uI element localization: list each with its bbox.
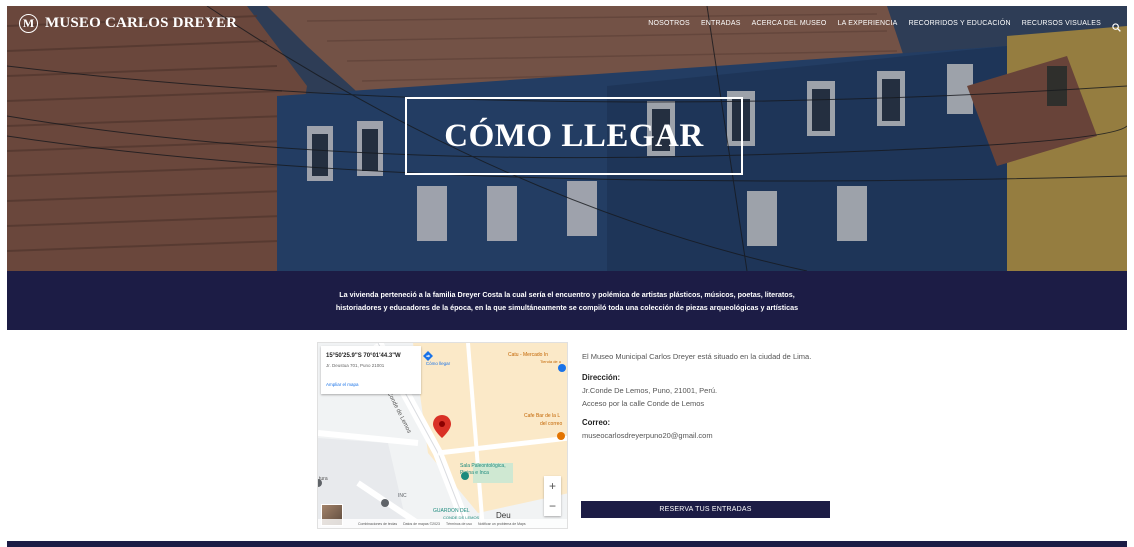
email-address[interactable]: museocarlosdreyerpuno20@gmail.com [582,429,832,442]
intro-band: La vivienda perteneció a la familia Drey… [7,271,1127,330]
address-block: Dirección: Jr.Conde De Lemos, Puno, 2100… [582,371,832,410]
logo-mark-icon: M [19,14,38,33]
address-line-2: Acceso por la calle Conde de Lemos [582,399,705,408]
reserve-tickets-button[interactable]: RESERVA TUS ENTRADAS [581,501,830,518]
hero-banner: M MUSEO CARLOS DREYER NOSOTROS ENTRADAS … [7,6,1127,271]
map-footer-terms[interactable]: Términos de uso [446,522,472,526]
map-footer: Combinaciones de teclas Datos de mapas ©… [318,519,567,528]
nav-link-la-experiencia[interactable]: LA EXPERIENCIA [838,20,898,27]
email-heading: Correo: [582,418,611,427]
nav-link-acerca-del-museo[interactable]: ACERCA DEL MUSEO [752,20,827,27]
site-logo[interactable]: M MUSEO CARLOS DREYER [19,14,237,33]
address-line-1: Jr.Conde De Lemos, Puno, 21001, Perú. [582,386,718,395]
search-icon[interactable] [1112,19,1121,32]
map-coordinates: 15°50'25.9"S 70°01'44.3"W [326,353,401,359]
main-navigation: NOSOTROS ENTRADAS ACERCA DEL MUSEO LA EX… [648,19,1121,32]
page-title-frame: CÓMO LLEGAR [405,97,743,175]
logo-text: MUSEO CARLOS DREYER [45,15,238,31]
directions-button[interactable]: Cómo llegar [423,351,453,366]
footer-bar [7,541,1127,547]
map-poi-cafe[interactable]: Cafe Bar de la L [524,413,560,419]
zoom-out-button[interactable]: − [544,496,561,516]
map-poi-inc[interactable]: INC [398,493,407,499]
email-block: Correo: museocarlosdreyerpuno20@gmail.co… [582,416,832,442]
map-info-card: 15°50'25.9"S 70°01'44.3"W Jr. Deustua 70… [321,346,421,394]
page: M MUSEO CARLOS DREYER NOSOTROS ENTRADAS … [0,0,1134,547]
map-footer-shortcuts[interactable]: Combinaciones de teclas [358,522,397,526]
address-heading: Dirección: [582,373,621,382]
map-poi-sala-sub: Pinina e Inca [460,470,489,476]
nav-link-nosotros[interactable]: NOSOTROS [648,20,690,27]
nav-link-recursos-visuales[interactable]: RECURSOS VISUALES [1022,20,1101,27]
contact-info: El Museo Municipal Carlos Dreyer está si… [582,350,832,448]
map-footer-report[interactable]: Notificar un problema de Maps [478,522,526,526]
intro-text-line-2: historiadores y educadores de la época, … [335,302,799,312]
enlarge-map-link[interactable]: Ampliar el mapa [326,382,359,387]
page-title: CÓMO LLEGAR [444,117,704,154]
map-label-tura: tura [319,476,328,482]
map-footer-data: Datos de mapas ©2023 [403,521,440,526]
location-intro: El Museo Municipal Carlos Dreyer está si… [582,352,812,361]
embedded-map[interactable]: Catu - Mercado In Tienda de u Cafe Bar d… [317,342,568,529]
zoom-in-button[interactable]: + [544,476,561,496]
nav-link-recorridos-y-educacion[interactable]: RECORRIDOS Y EDUCACIÓN [909,20,1011,27]
map-poi-guardon[interactable]: GUARDON DEL [433,508,470,514]
map-address: Jr. Deustua 701, Puno 21001 [326,363,385,368]
map-poi-mercado[interactable]: Catu - Mercado In [508,352,548,358]
nav-link-entradas[interactable]: ENTRADAS [701,20,741,27]
map-poi-cafe-sub: del correo [540,421,563,427]
map-poi-mercado-sub: Tienda de u [540,359,561,364]
map-zoom-control: + − [544,476,561,516]
directions-icon [423,351,443,361]
map-poi-sala[interactable]: Sala Paleontológica, [460,463,506,469]
directions-label: Cómo llegar [425,361,451,366]
intro-text-line-1: La vivienda perteneció a la familia Drey… [339,289,795,299]
